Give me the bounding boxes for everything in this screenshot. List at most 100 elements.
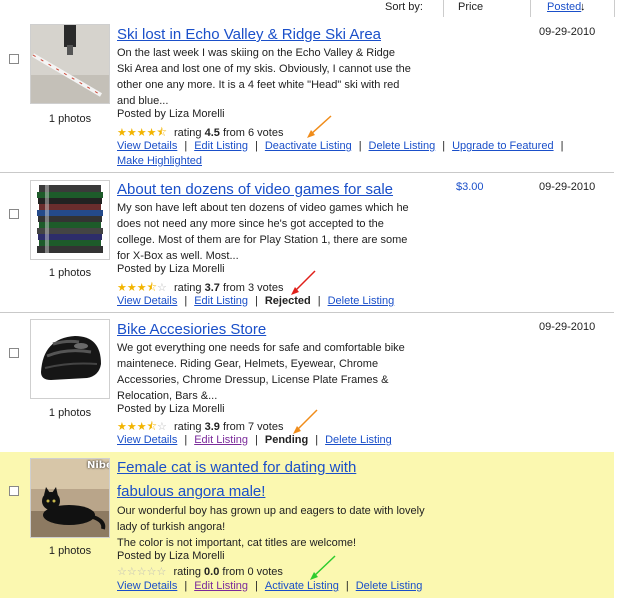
listing-thumbnail-helmet[interactable]: [30, 319, 110, 399]
listing-thumbnail-ski[interactable]: [30, 24, 110, 104]
rating-value: 3.7: [204, 282, 220, 294]
edit-listing-link[interactable]: Edit Listing: [194, 140, 248, 152]
delete-listing-link[interactable]: Delete Listing: [328, 295, 395, 307]
separator: |: [184, 140, 188, 152]
make-highlighted-link[interactable]: Make Highlighted: [117, 155, 202, 167]
listing-row: 1 photos About ten dozens of video games…: [0, 172, 614, 313]
listing-checkbox[interactable]: [9, 54, 19, 64]
rating-votes: 3 votes: [248, 282, 284, 294]
listing-description: My son have left about ten dozens of vid…: [117, 202, 409, 262]
listing-actions: View Details | Edit Listing | Pending | Delete…: [117, 433, 392, 448]
star-half-icon: ⯪: [156, 127, 167, 139]
listing-title-link[interactable]: About ten dozens of video games for sale: [117, 180, 393, 199]
listing-title-link[interactable]: Female cat is wanted for dating with: [117, 458, 356, 477]
listing-row: 1 photos Bike Accesiories Store We got e…: [0, 312, 614, 453]
star-empty-icon: ☆: [146, 566, 157, 578]
delete-listing-link[interactable]: Delete Listing: [325, 434, 392, 446]
separator: |: [255, 140, 258, 152]
annotation-arrow-icon: [307, 115, 332, 138]
rating-label: rating: [173, 566, 201, 578]
rating-label: rating: [173, 421, 202, 433]
listing-title-link-line2[interactable]: fabulous angora male!: [117, 482, 265, 501]
separator: |: [317, 295, 321, 307]
listing-description: On the last week I was skiing on the Ech…: [117, 47, 411, 107]
separator: |: [255, 434, 258, 446]
sort-posted-link[interactable]: Posted: [547, 1, 581, 13]
listing-thumbnail-cat[interactable]: Nibelu: [30, 458, 110, 538]
rating-value: 3.9: [204, 421, 220, 433]
rating-votes: 0 votes: [247, 566, 283, 578]
sort-by-label: Sort by:: [385, 1, 423, 13]
separator: |: [255, 295, 258, 307]
star-half-icon: ⯪: [146, 282, 158, 294]
edit-listing-link[interactable]: Edit Listing: [194, 295, 248, 307]
star-empty-icon: ☆: [157, 421, 167, 433]
divider: [614, 0, 615, 17]
star-empty-icon: ☆: [136, 566, 147, 578]
posted-by: Posted by Liza Morelli: [117, 550, 225, 562]
listing-title-link[interactable]: Bike Accesiories Store: [117, 320, 266, 339]
listing-checkbox[interactable]: [9, 486, 19, 496]
listing-date: 09-29-2010: [539, 321, 596, 333]
listing-date: 09-29-2010: [539, 26, 596, 38]
listing-row-featured: Nibelu 1 photos Female cat is wanted for…: [0, 452, 614, 598]
rating: ☆☆☆☆☆ rating 0.0 from 0 votes: [117, 565, 283, 578]
video-games-photo-icon: [31, 181, 109, 259]
view-details-link[interactable]: View Details: [117, 295, 177, 307]
separator: |: [184, 434, 188, 446]
star-empty-icon: ☆: [117, 566, 127, 578]
view-details-link[interactable]: View Details: [117, 580, 177, 592]
listing-title-link[interactable]: Ski lost in Echo Valley & Ridge Ski Area: [117, 25, 381, 44]
listing-checkbox[interactable]: [9, 209, 19, 219]
view-details-link[interactable]: View Details: [117, 434, 177, 446]
listing-actions: View Details | Edit Listing | Activate Listi…: [117, 579, 422, 594]
delete-listing-link[interactable]: Delete Listing: [369, 140, 436, 152]
view-details-link[interactable]: View Details: [117, 140, 177, 152]
posted-by: Posted by Liza Morelli: [117, 108, 225, 120]
separator: |: [560, 140, 564, 152]
rating-label: rating: [173, 127, 202, 139]
thumbnail-caption: Nibelu: [87, 460, 109, 471]
star-full-icon: ★: [117, 127, 127, 139]
divider: [443, 0, 444, 17]
divider: [530, 0, 531, 17]
star-full-icon: ★: [126, 127, 137, 139]
rating-value: 4.5: [204, 127, 220, 139]
separator: |: [358, 140, 362, 152]
separator: |: [184, 295, 188, 307]
sort-desc-arrow-icon: ↓: [580, 1, 586, 13]
star-full-icon: ★: [146, 127, 157, 139]
star-full-icon: ★: [136, 421, 147, 433]
edit-listing-link[interactable]: Edit Listing: [194, 434, 248, 446]
separator: |: [345, 580, 349, 592]
posted-by: Posted by Liza Morelli: [117, 403, 225, 415]
bike-helmet-photo-icon: [31, 320, 109, 398]
listing-actions-row2: Make Highlighted: [117, 154, 202, 169]
listing-row: 1 photos Ski lost in Echo Valley & Ridge…: [0, 17, 614, 173]
ski-photo-icon: [31, 25, 109, 103]
rating-from: from: [222, 127, 245, 139]
rating-votes: 7 votes: [248, 421, 284, 433]
star-empty-icon: ☆: [156, 566, 167, 578]
delete-listing-link[interactable]: Delete Listing: [356, 580, 423, 592]
description-line: Our wonderful boy has grown up and eager…: [117, 505, 425, 517]
listing-checkbox[interactable]: [9, 348, 19, 358]
posted-by: Posted by Liza Morelli: [117, 263, 225, 275]
upgrade-to-featured-link[interactable]: Upgrade to Featured: [452, 140, 554, 152]
listing-actions: View Details | Edit Listing | Deactivate Lis…: [117, 139, 570, 154]
listing-thumbnail-games[interactable]: [30, 180, 110, 260]
photo-count: 1 photos: [48, 113, 92, 125]
photo-count: 1 photos: [48, 267, 92, 279]
separator: |: [184, 580, 188, 592]
sort-price-link[interactable]: Price: [458, 1, 483, 13]
star-half-icon: ⯪: [146, 421, 158, 433]
edit-listing-link[interactable]: Edit Listing: [194, 580, 248, 592]
listing-description: Our wonderful boy has grown up and eager…: [117, 503, 427, 551]
star-full-icon: ★: [126, 282, 137, 294]
star-full-icon: ★: [126, 421, 137, 433]
rating-stars: ☆☆☆☆☆: [117, 565, 166, 578]
star-full-icon: ★: [117, 282, 127, 294]
star-full-icon: ★: [136, 282, 147, 294]
listing-price: $3.00: [456, 181, 484, 193]
deactivate-listing-link[interactable]: Deactivate Listing: [265, 140, 352, 152]
